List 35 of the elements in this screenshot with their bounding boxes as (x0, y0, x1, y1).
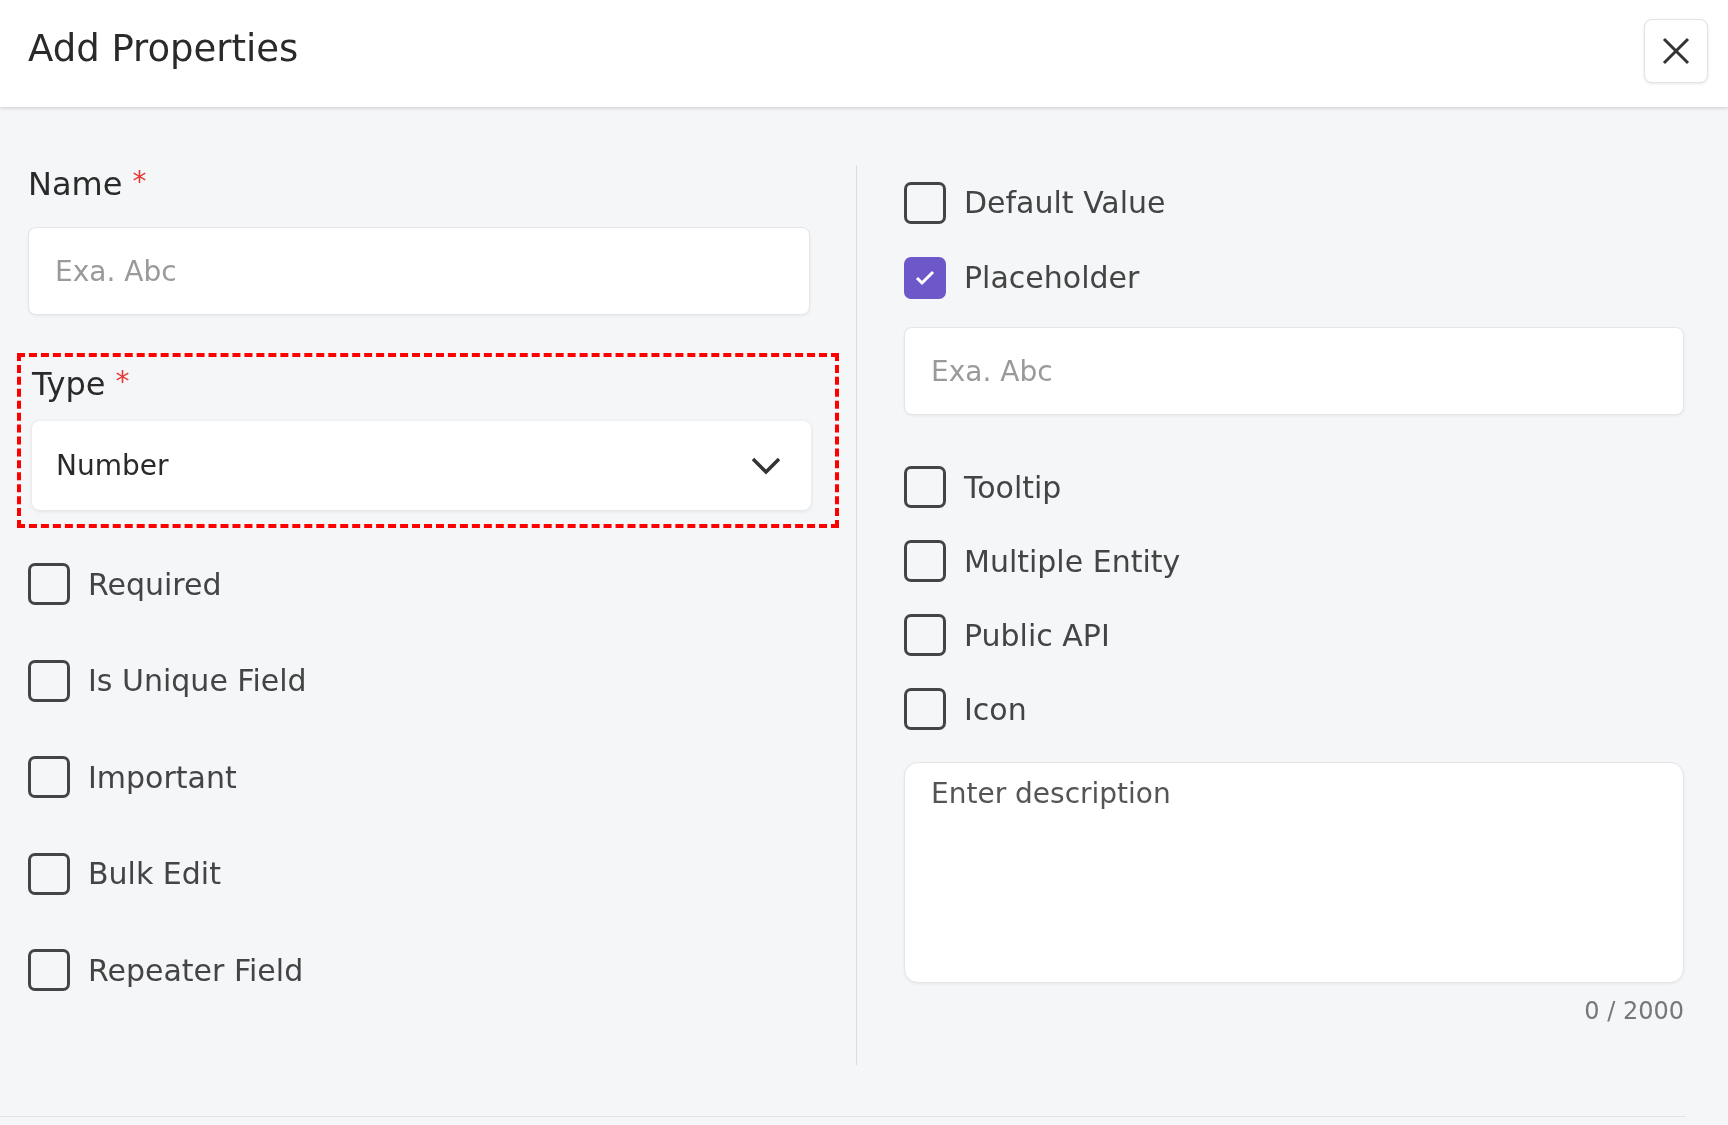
checkbox[interactable] (904, 466, 946, 508)
checkbox-label: Public API (964, 617, 1110, 653)
checkbox[interactable] (904, 181, 946, 224)
checkbox[interactable] (28, 949, 70, 992)
required-asterisk: * (115, 365, 130, 398)
dialog-title: Add Properties (28, 27, 299, 70)
field-label: Type (32, 365, 106, 403)
checkbox[interactable] (904, 688, 946, 730)
checkbox-label: Default Value (964, 185, 1166, 220)
checkbox-label: Required (88, 566, 222, 602)
character-counter: 0 / 2000 (1584, 997, 1684, 1025)
type-dropdown[interactable]: Number (32, 421, 811, 510)
checkbox-label: Bulk Edit (88, 856, 221, 892)
checkbox-label: Placeholder (964, 260, 1140, 295)
checkbox[interactable] (28, 563, 70, 606)
checkbox[interactable] (904, 540, 946, 582)
close-icon (1661, 35, 1691, 66)
placeholder-input-field[interactable]: Exa. Abc (904, 327, 1684, 415)
checkbox-label: Tooltip (964, 469, 1062, 505)
checkbox[interactable] (904, 614, 946, 656)
checkbox[interactable] (28, 852, 70, 895)
name-input-field[interactable]: Exa. Abc (28, 227, 810, 315)
checkbox[interactable] (28, 756, 70, 799)
chevron-down-icon (751, 456, 781, 475)
checkbox-label: Is Unique Field (88, 663, 307, 699)
required-asterisk: * (132, 165, 147, 198)
checkbox-label: Repeater Field (88, 952, 304, 988)
description-textarea[interactable]: Enter description (904, 762, 1684, 983)
checkbox[interactable] (904, 256, 946, 299)
close-button[interactable] (1644, 18, 1708, 83)
checkbox-label: Icon (964, 691, 1027, 727)
checkbox-label: Multiple Entity (964, 543, 1181, 579)
checkbox-label: Important (88, 759, 237, 795)
checkbox[interactable] (28, 659, 70, 702)
field-label: Name (28, 165, 123, 203)
